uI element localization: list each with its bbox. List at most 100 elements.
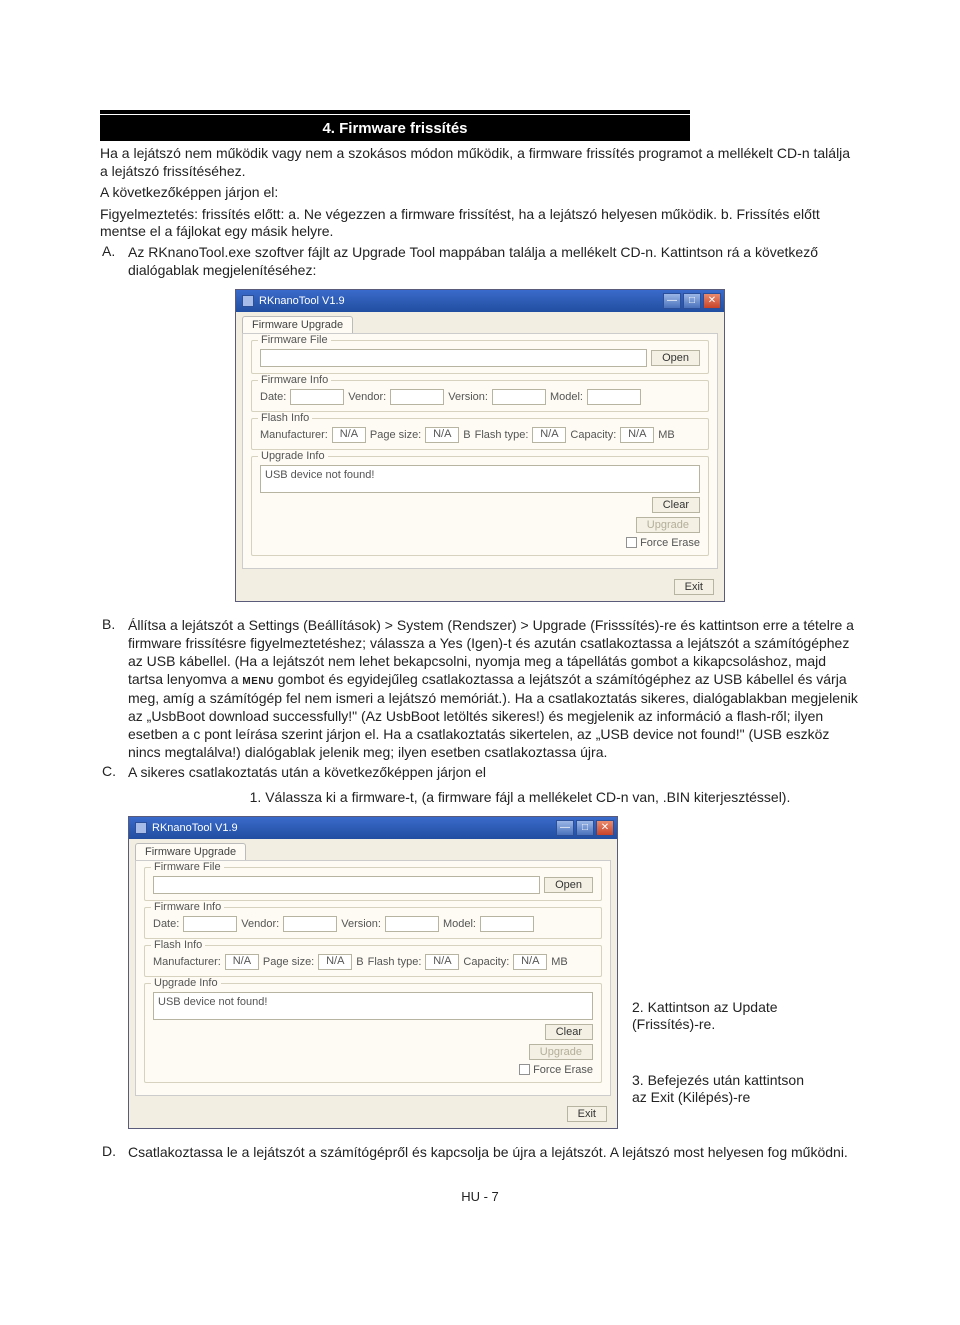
label-model: Model: bbox=[550, 391, 583, 403]
annotation-2: 2. Kattintson az Update (Frissítés)-re. bbox=[632, 999, 822, 1034]
dialog-title: RKnanoTool V1.9 bbox=[259, 295, 345, 307]
item-c: C. A sikeres csatlakoztatás után a követ… bbox=[100, 763, 860, 781]
label-model-2: Model: bbox=[443, 918, 476, 930]
item-c-text: A sikeres csatlakoztatás után a következ… bbox=[128, 763, 860, 781]
menu-word: MENU bbox=[242, 676, 273, 687]
exit-button[interactable]: Exit bbox=[674, 579, 714, 595]
firmware-file-input[interactable] bbox=[260, 349, 647, 367]
capacity-value: N/A bbox=[620, 427, 654, 443]
dialog-titlebar-2: RKnanoTool V1.9 — □ ✕ bbox=[129, 817, 617, 839]
dialog-window: RKnanoTool V1.9 — □ ✕ Firmware Upgrade F… bbox=[235, 289, 725, 602]
upgrade-status-text: USB device not found! bbox=[260, 465, 700, 493]
vendor-value bbox=[390, 389, 444, 405]
group-upgrade-info-title-2: Upgrade Info bbox=[151, 977, 221, 989]
date-value-2 bbox=[183, 916, 237, 932]
minimize-button-2[interactable]: — bbox=[556, 820, 574, 836]
label-page-size-2: Page size: bbox=[263, 956, 314, 968]
vendor-value-2 bbox=[283, 916, 337, 932]
checkbox-icon-2 bbox=[519, 1064, 530, 1075]
group-firmware-file-title: Firmware File bbox=[258, 334, 331, 346]
section-title: 4. Firmware frissítés bbox=[100, 115, 690, 141]
item-b: B. Állítsa a lejátszót a Settings (Beáll… bbox=[100, 616, 860, 762]
firmware-file-input-2[interactable] bbox=[153, 876, 540, 894]
label-version-2: Version: bbox=[341, 918, 381, 930]
close-button[interactable]: ✕ bbox=[703, 293, 721, 309]
label-manufacturer: Manufacturer: bbox=[260, 429, 328, 441]
page-footer: HU - 7 bbox=[100, 1189, 860, 1204]
label-vendor-2: Vendor: bbox=[241, 918, 279, 930]
force-erase-label: Force Erase bbox=[640, 537, 700, 549]
label-mb-2: MB bbox=[551, 956, 568, 968]
date-value bbox=[290, 389, 344, 405]
item-a-text: Az RKnanoTool.exe szoftver fájlt az Upgr… bbox=[128, 243, 860, 279]
checkbox-icon bbox=[626, 537, 637, 548]
item-a-letter: A. bbox=[100, 243, 128, 279]
app-icon bbox=[242, 295, 254, 307]
label-mb: MB bbox=[658, 429, 675, 441]
force-erase-checkbox-2[interactable]: Force Erase bbox=[519, 1064, 593, 1076]
version-value-2 bbox=[385, 916, 439, 932]
item-c-note1: 1. Válassza ki a firmware-t, (a firmware… bbox=[100, 788, 860, 806]
item-d-letter: D. bbox=[100, 1143, 128, 1161]
model-value bbox=[587, 389, 641, 405]
item-b-letter: B. bbox=[100, 616, 128, 762]
item-c-letter: C. bbox=[100, 763, 128, 781]
page-size-value: N/A bbox=[425, 427, 459, 443]
flash-type-value-2: N/A bbox=[425, 954, 459, 970]
dialog-window-2: RKnanoTool V1.9 — □ ✕ Firmware Upgrade F… bbox=[128, 816, 618, 1129]
label-capacity: Capacity: bbox=[570, 429, 616, 441]
upgrade-button[interactable]: Upgrade bbox=[636, 517, 700, 533]
open-button-2[interactable]: Open bbox=[544, 877, 593, 893]
group-firmware-info: Firmware Info Date: Vendor: Version: Mod… bbox=[251, 380, 709, 412]
exit-button-2[interactable]: Exit bbox=[567, 1106, 607, 1122]
capacity-value-2: N/A bbox=[513, 954, 547, 970]
clear-button-2[interactable]: Clear bbox=[545, 1024, 593, 1040]
upgrade-button-2[interactable]: Upgrade bbox=[529, 1044, 593, 1060]
group-upgrade-info: Upgrade Info USB device not found! Clear… bbox=[251, 456, 709, 556]
item-a: A. Az RKnanoTool.exe szoftver fájlt az U… bbox=[100, 243, 860, 279]
group-flash-info-title-2: Flash Info bbox=[151, 939, 205, 951]
model-value-2 bbox=[480, 916, 534, 932]
label-vendor: Vendor: bbox=[348, 391, 386, 403]
item-d: D. Csatlakoztassa le a lejátszót a számí… bbox=[100, 1143, 860, 1161]
force-erase-checkbox[interactable]: Force Erase bbox=[626, 537, 700, 549]
version-value bbox=[492, 389, 546, 405]
page-size-value-2: N/A bbox=[318, 954, 352, 970]
group-upgrade-info-title: Upgrade Info bbox=[258, 450, 328, 462]
open-button[interactable]: Open bbox=[651, 350, 700, 366]
label-version: Version: bbox=[448, 391, 488, 403]
group-flash-info: Flash Info Manufacturer: N/A Page size: … bbox=[251, 418, 709, 450]
group-flash-info-title: Flash Info bbox=[258, 412, 312, 424]
label-flash-type: Flash type: bbox=[475, 429, 529, 441]
intro-p1: Ha a lejátszó nem működik vagy nem a szo… bbox=[100, 145, 860, 180]
group-firmware-file-title-2: Firmware File bbox=[151, 861, 224, 873]
annotation-3: 3. Befejezés után kattintson az Exit (Ki… bbox=[632, 1072, 822, 1107]
label-page-size: Page size: bbox=[370, 429, 421, 441]
label-b-2: B bbox=[356, 956, 363, 968]
tab-firmware-upgrade-2[interactable]: Firmware Upgrade bbox=[135, 843, 246, 860]
dialog-title-2: RKnanoTool V1.9 bbox=[152, 822, 238, 834]
item-d-text: Csatlakoztassa le a lejátszót a számítóg… bbox=[128, 1143, 860, 1161]
dialog-titlebar: RKnanoTool V1.9 — □ ✕ bbox=[236, 290, 724, 312]
flash-type-value: N/A bbox=[532, 427, 566, 443]
label-date-2: Date: bbox=[153, 918, 179, 930]
upgrade-status-text-2: USB device not found! bbox=[153, 992, 593, 1020]
minimize-button[interactable]: — bbox=[663, 293, 681, 309]
label-flash-type-2: Flash type: bbox=[368, 956, 422, 968]
clear-button[interactable]: Clear bbox=[652, 497, 700, 513]
close-button-2[interactable]: ✕ bbox=[596, 820, 614, 836]
manufacturer-value-2: N/A bbox=[225, 954, 259, 970]
maximize-button-2[interactable]: □ bbox=[576, 820, 594, 836]
group-firmware-info-title: Firmware Info bbox=[258, 374, 331, 386]
group-firmware-file: Firmware File Open bbox=[251, 340, 709, 374]
label-capacity-2: Capacity: bbox=[463, 956, 509, 968]
section-header: 4. Firmware frissítés bbox=[100, 110, 860, 141]
tab-firmware-upgrade[interactable]: Firmware Upgrade bbox=[242, 316, 353, 333]
intro-p3: Figyelmeztetés: frissítés előtt: a. Ne v… bbox=[100, 206, 860, 241]
manufacturer-value: N/A bbox=[332, 427, 366, 443]
label-date: Date: bbox=[260, 391, 286, 403]
label-manufacturer-2: Manufacturer: bbox=[153, 956, 221, 968]
maximize-button[interactable]: □ bbox=[683, 293, 701, 309]
intro-p2: A következőképpen járjon el: bbox=[100, 184, 860, 202]
item-b-text: Állítsa a lejátszót a Settings (Beállítá… bbox=[128, 616, 860, 762]
